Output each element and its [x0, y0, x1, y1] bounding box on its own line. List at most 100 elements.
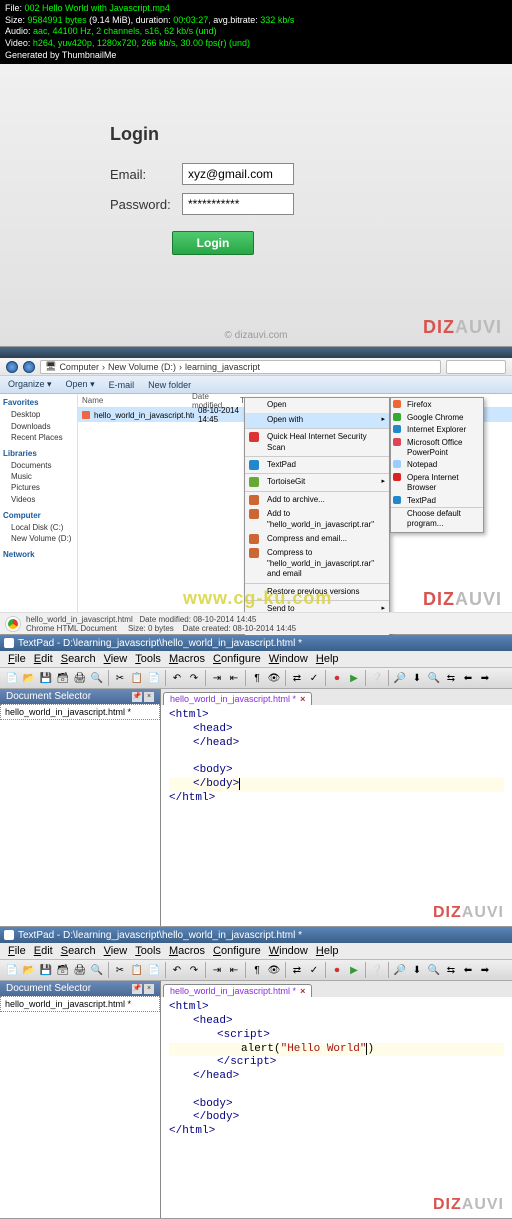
sub-ie[interactable]: Internet Explorer — [391, 424, 483, 436]
menu-tools[interactable]: Tools — [135, 945, 161, 957]
code-content[interactable]: <html> <head> </head> <body> </body> </h… — [161, 705, 512, 809]
close-tab-icon[interactable]: × — [300, 986, 305, 996]
compare-icon[interactable]: ⇄ — [289, 670, 305, 686]
menu-view[interactable]: View — [104, 945, 128, 957]
save-icon[interactable]: 💾 — [38, 962, 54, 978]
save-icon[interactable]: 💾 — [38, 670, 54, 686]
sidebar-item[interactable]: Pictures — [3, 482, 74, 493]
ctx-quickheal[interactable]: Quick Heal Internet Security Scan — [245, 430, 389, 457]
para-icon[interactable]: 👁 — [266, 962, 282, 978]
menu-configure[interactable]: Configure — [213, 653, 261, 665]
menu-configure[interactable]: Configure — [213, 945, 261, 957]
sidebar-item[interactable]: Recent Places — [3, 432, 74, 443]
password-input[interactable] — [182, 193, 294, 215]
prev-icon[interactable]: ⬅ — [460, 670, 476, 686]
ctx-addrar[interactable]: Add to "hello_world_in_javascript.rar" — [245, 507, 389, 532]
print-icon[interactable]: 🖨 — [72, 962, 88, 978]
findnext-icon[interactable]: ⬇ — [409, 670, 425, 686]
next-icon[interactable]: ➡ — [477, 962, 493, 978]
paste-icon[interactable]: 📄 — [146, 670, 162, 686]
ctx-compressto[interactable]: Compress to "hello_world_in_javascript.r… — [245, 546, 389, 583]
sidebar-item[interactable]: Local Disk (C:) — [3, 522, 74, 533]
ctx-addarchive[interactable]: Add to archive... — [245, 493, 389, 507]
nav-back-icon[interactable] — [6, 361, 18, 373]
findall-icon[interactable]: 🔍 — [426, 670, 442, 686]
pin-icon[interactable]: 📌 — [132, 984, 142, 994]
sidebar-group-libraries[interactable]: Libraries — [3, 449, 74, 458]
cut-icon[interactable]: ✂ — [112, 962, 128, 978]
next-icon[interactable]: ➡ — [477, 670, 493, 686]
menu-window[interactable]: Window — [269, 653, 308, 665]
redo-icon[interactable]: ↷ — [186, 670, 202, 686]
breadcrumb[interactable]: 🖥Computer›New Volume (D:)›learning_javas… — [40, 360, 441, 374]
record-icon[interactable]: ⏺ — [329, 962, 345, 978]
login-button[interactable]: Login — [172, 231, 254, 255]
sidebar-group-computer[interactable]: Computer — [3, 511, 74, 520]
copy-icon[interactable]: 📋 — [129, 670, 145, 686]
findnext-icon[interactable]: ⬇ — [409, 962, 425, 978]
sidebar-item[interactable]: Documents — [3, 460, 74, 471]
menu-edit[interactable]: Edit — [34, 653, 53, 665]
menu-search[interactable]: Search — [61, 945, 96, 957]
new-icon[interactable]: 📄 — [4, 962, 20, 978]
doc-item[interactable]: hello_world_in_javascript.html * — [1, 997, 159, 1011]
menu-file[interactable]: File — [8, 653, 26, 665]
sub-firefox[interactable]: Firefox — [391, 399, 483, 411]
preview-icon[interactable]: 🔍 — [89, 670, 105, 686]
indent-icon[interactable]: ⇥ — [209, 962, 225, 978]
redo-icon[interactable]: ↷ — [186, 962, 202, 978]
editor-tab[interactable]: hello_world_in_javascript.html *× — [163, 692, 312, 705]
menu-help[interactable]: Help — [316, 653, 339, 665]
replace-icon[interactable]: ⇆ — [443, 962, 459, 978]
search-input[interactable] — [446, 360, 506, 374]
outdent-icon[interactable]: ⇤ — [226, 962, 242, 978]
nav-fwd-icon[interactable] — [23, 361, 35, 373]
menu-window[interactable]: Window — [269, 945, 308, 957]
menu-view[interactable]: View — [104, 653, 128, 665]
compare-icon[interactable]: ⇄ — [289, 962, 305, 978]
wrap-icon[interactable]: ¶ — [249, 962, 265, 978]
record-icon[interactable]: ⏺ — [329, 670, 345, 686]
new-icon[interactable]: 📄 — [4, 670, 20, 686]
indent-icon[interactable]: ⇥ — [209, 670, 225, 686]
sub-textpad[interactable]: TextPad — [391, 495, 483, 508]
undo-icon[interactable]: ↶ — [169, 670, 185, 686]
sidebar-item[interactable]: Desktop — [3, 409, 74, 420]
replace-icon[interactable]: ⇆ — [443, 670, 459, 686]
code-content[interactable]: <html> <head> <script> alert("Hello Worl… — [161, 997, 512, 1143]
sidebar-group-favorites[interactable]: Favorites — [3, 398, 74, 407]
wrap-icon[interactable]: ¶ — [249, 670, 265, 686]
email-input[interactable] — [182, 163, 294, 185]
menu-tools[interactable]: Tools — [135, 653, 161, 665]
sidebar-item[interactable]: New Volume (D:) — [3, 533, 74, 544]
newfolder-button[interactable]: New folder — [148, 380, 191, 390]
spell-icon[interactable]: ✓ — [306, 670, 322, 686]
outdent-icon[interactable]: ⇤ — [226, 670, 242, 686]
sub-opera[interactable]: Opera Internet Browser — [391, 472, 483, 495]
close-tab-icon[interactable]: × — [300, 694, 305, 704]
menu-search[interactable]: Search — [61, 653, 96, 665]
menu-file[interactable]: File — [8, 945, 26, 957]
play-icon[interactable]: ▶ — [346, 670, 362, 686]
sub-default[interactable]: Choose default program... — [391, 508, 483, 531]
close-icon[interactable]: × — [144, 984, 154, 994]
code-editor[interactable]: hello_world_in_javascript.html *× <html>… — [161, 981, 512, 1218]
organize-menu[interactable]: Organize ▾ — [8, 379, 52, 390]
find-icon[interactable]: 🔎 — [392, 962, 408, 978]
editor-tab[interactable]: hello_world_in_javascript.html *× — [163, 984, 312, 997]
play-icon[interactable]: ▶ — [346, 962, 362, 978]
email-button[interactable]: E-mail — [109, 380, 135, 390]
saveall-icon[interactable]: 🗃 — [55, 670, 71, 686]
pin-icon[interactable]: 📌 — [132, 692, 142, 702]
sidebar-item[interactable]: Videos — [3, 494, 74, 505]
menu-macros[interactable]: Macros — [169, 945, 205, 957]
copy-icon[interactable]: 📋 — [129, 962, 145, 978]
preview-icon[interactable]: 🔍 — [89, 962, 105, 978]
para-icon[interactable]: 👁 — [266, 670, 282, 686]
sidebar-item[interactable]: Music — [3, 471, 74, 482]
prev-icon[interactable]: ⬅ — [460, 962, 476, 978]
paste-icon[interactable]: 📄 — [146, 962, 162, 978]
undo-icon[interactable]: ↶ — [169, 962, 185, 978]
ctx-openwith[interactable]: Open with — [245, 413, 389, 429]
doc-item[interactable]: hello_world_in_javascript.html * — [1, 705, 159, 719]
